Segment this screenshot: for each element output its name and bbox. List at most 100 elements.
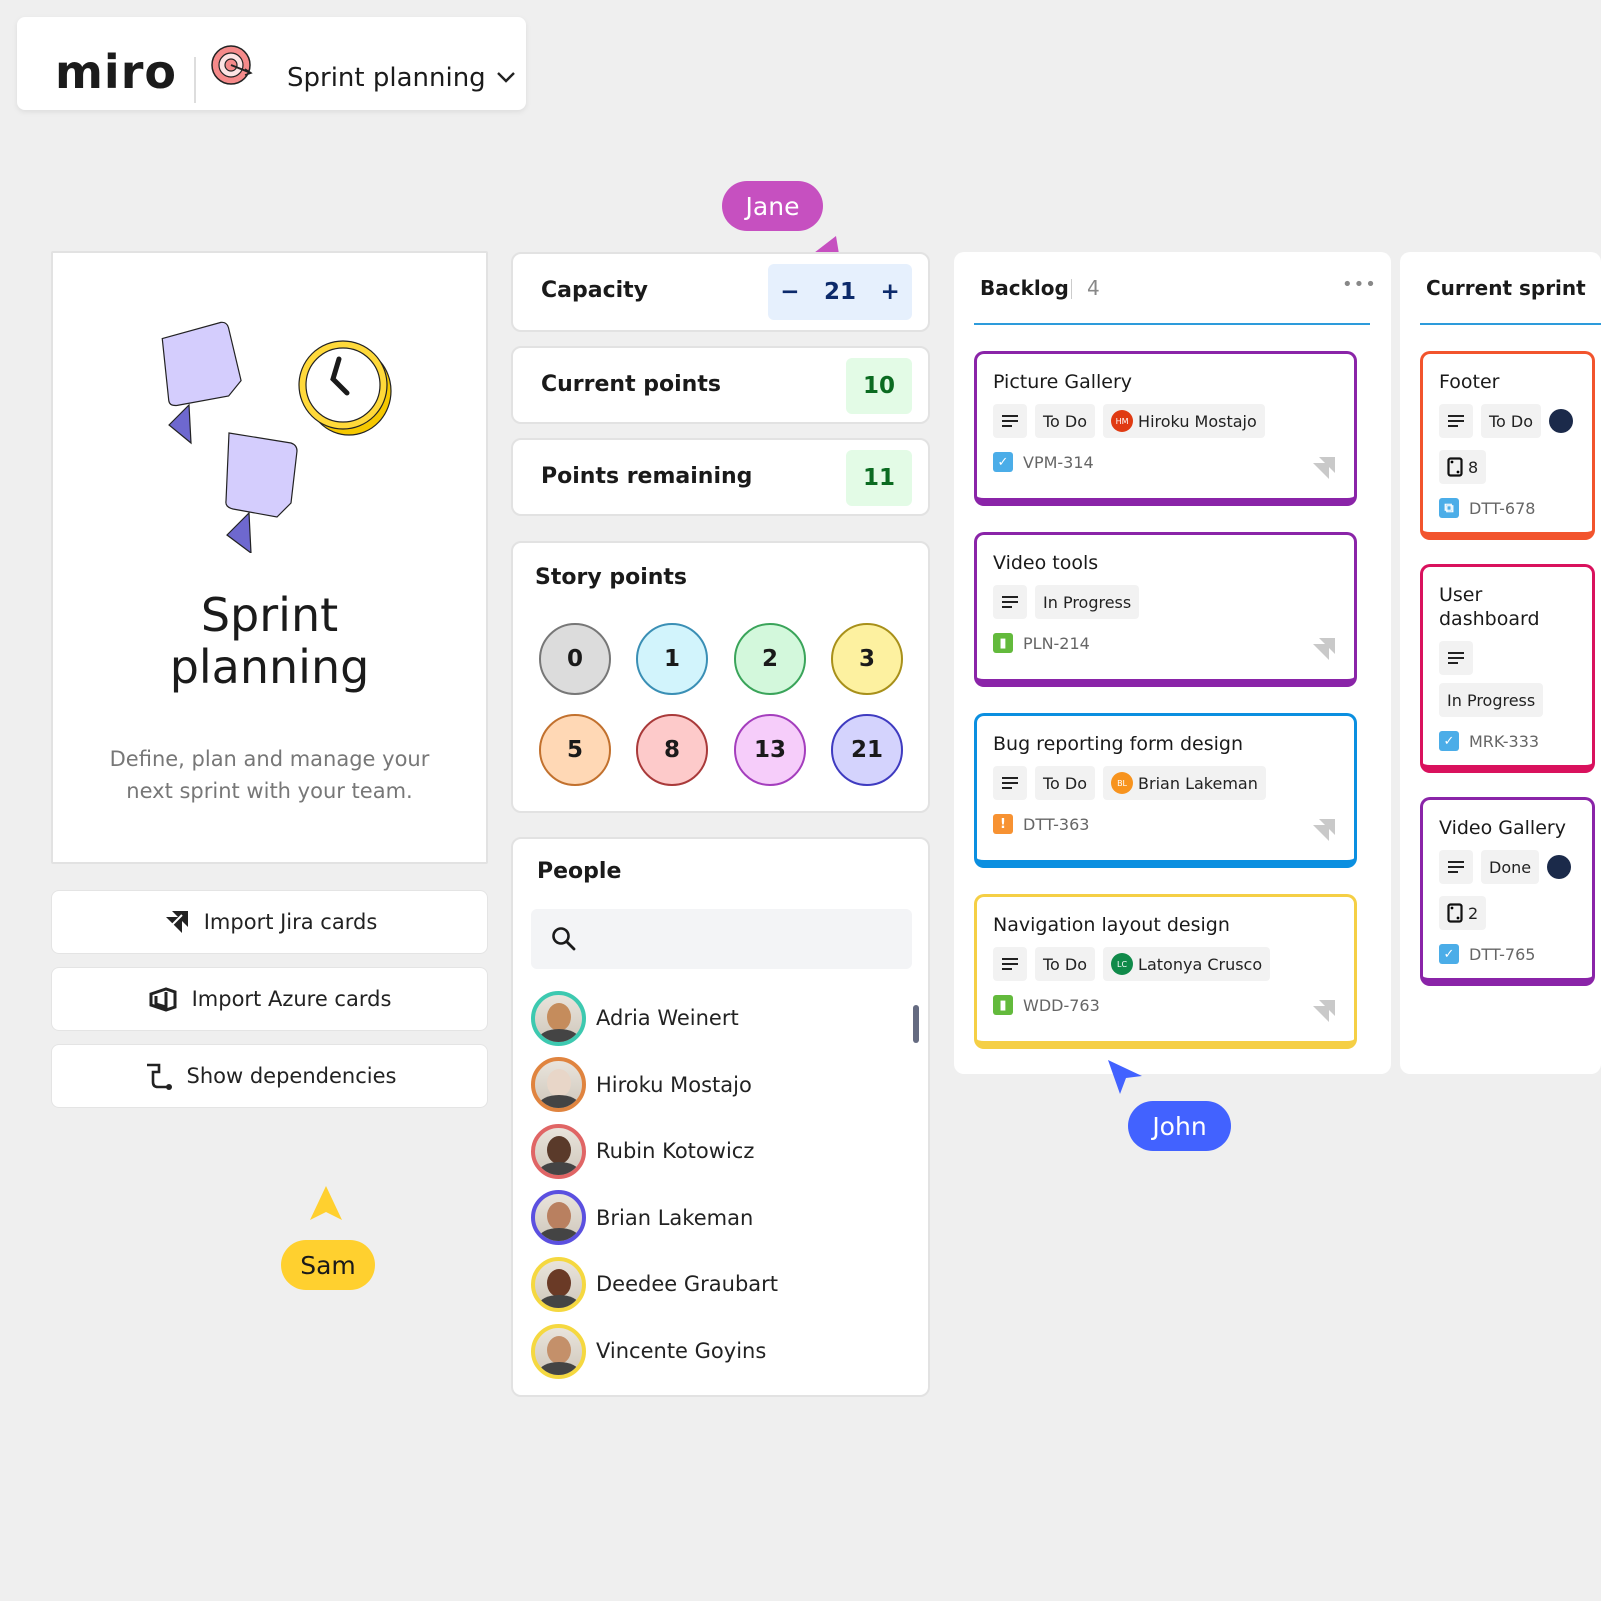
- person-list-item[interactable]: Rubin Kotowicz: [531, 1123, 754, 1179]
- story-point-0[interactable]: 0: [539, 623, 611, 695]
- points-remaining-value: 11: [846, 450, 912, 506]
- ticket-id[interactable]: DTT-678: [1469, 499, 1535, 518]
- ticket-id[interactable]: DTT-765: [1469, 945, 1535, 964]
- person-name: Deedee Graubart: [596, 1272, 779, 1297]
- ticket-card[interactable]: Video tools In Progress ▮ PLN-214: [974, 532, 1357, 687]
- people-search-input[interactable]: [531, 909, 912, 969]
- story-points-card: Story points 0 1 2 3 5 8 13 21: [511, 541, 930, 813]
- jira-icon: [1310, 818, 1336, 848]
- assignee-name: Latonya Crusco: [1138, 954, 1263, 974]
- status-chip[interactable]: To Do: [1035, 404, 1096, 438]
- status-chip[interactable]: To Do: [1481, 404, 1542, 438]
- ticket-id-row: ✓ VPM-314: [993, 450, 1338, 474]
- ticket-id[interactable]: WDD-763: [1023, 996, 1100, 1015]
- story-points-chip[interactable]: 2: [1439, 896, 1487, 930]
- status-chip[interactable]: In Progress: [1439, 683, 1544, 717]
- estimate-icon: [1447, 457, 1463, 477]
- divider: [194, 57, 196, 103]
- story-point-1[interactable]: 1: [636, 623, 708, 695]
- ticket-id-row: ✓ DTT-765: [1439, 942, 1576, 966]
- person-list-item[interactable]: Adria Weinert: [531, 990, 739, 1046]
- ticket-id-row: ⧉ DTT-678: [1439, 496, 1576, 520]
- assignee-chip[interactable]: LC Latonya Crusco: [1103, 947, 1271, 981]
- ticket-card[interactable]: Video Gallery Done 2 ✓ DTT-765: [1420, 797, 1595, 986]
- dependencies-icon: [146, 1063, 172, 1090]
- ticket-title: Picture Gallery: [993, 371, 1133, 393]
- ticket-card[interactable]: Navigation layout design To Do LC Latonya C…: [974, 894, 1357, 1049]
- person-name: Vincente Goyins: [596, 1339, 767, 1363]
- person-list-item[interactable]: Vincente Goyins: [531, 1323, 766, 1379]
- import-azure-cards-button[interactable]: Import Azure cards: [51, 967, 488, 1031]
- ticket-id[interactable]: PLN-214: [1023, 634, 1090, 653]
- current-sprint-card-list: Footer To Do 8 ⧉ DTT-678 User dashboard In Pro…: [1420, 351, 1595, 986]
- story-points-chip[interactable]: 8: [1439, 450, 1487, 484]
- status-chip[interactable]: In Progress: [1035, 585, 1140, 619]
- story-icon: ▮: [993, 633, 1013, 653]
- ticket-card[interactable]: User dashboard In Progress ✓ MRK-333: [1420, 564, 1595, 773]
- person-list-item[interactable]: Hiroku Mostajo: [531, 1057, 752, 1113]
- assignee-avatar: [1547, 855, 1572, 879]
- assignee-name: Brian Lakeman: [1138, 773, 1258, 793]
- assignee-chip[interactable]: HM Hiroku Mostajo: [1103, 404, 1265, 438]
- description-icon: [993, 404, 1027, 438]
- description-icon: [1439, 404, 1473, 438]
- task-icon: ✓: [1439, 944, 1459, 964]
- ticket-card[interactable]: Footer To Do 8 ⧉ DTT-678: [1420, 351, 1595, 540]
- scrollbar[interactable]: [913, 1005, 919, 1043]
- button-label: Import Jira cards: [203, 910, 378, 934]
- person-list-item[interactable]: Brian Lakeman: [531, 1190, 753, 1246]
- board-name[interactable]: Sprint planning: [287, 63, 486, 93]
- more-options-icon[interactable]: •••: [1342, 274, 1377, 295]
- ticket-id[interactable]: DTT-363: [1023, 815, 1089, 834]
- task-icon: ✓: [1439, 731, 1459, 751]
- increment-button[interactable]: +: [880, 279, 899, 305]
- person-name: Adria Weinert: [596, 1006, 739, 1030]
- status-chip[interactable]: Done: [1481, 850, 1540, 884]
- ticket-card[interactable]: Bug reporting form design To Do BL Brian La…: [974, 713, 1357, 868]
- current-points-value: 10: [846, 358, 912, 414]
- backlog-column: Backlog 4 ••• Picture Gallery To Do HM Hiro…: [954, 252, 1391, 1074]
- story-point-21[interactable]: 21: [831, 714, 903, 786]
- jira-icon: [163, 911, 188, 934]
- estimate-icon: [1447, 903, 1463, 923]
- ticket-title: Bug reporting form design: [993, 733, 1243, 755]
- avatar: [531, 990, 586, 1046]
- ticket-id[interactable]: MRK-333: [1469, 732, 1539, 751]
- status-chip[interactable]: To Do: [1035, 947, 1096, 981]
- ticket-id[interactable]: VPM-314: [1023, 453, 1094, 472]
- people-card: People Adria Weinert Hiroku Mostajo Rubin …: [511, 837, 930, 1397]
- ticket-title: Footer: [1439, 371, 1500, 393]
- import-jira-cards-button[interactable]: Import Jira cards: [51, 890, 488, 954]
- search-icon: [552, 927, 576, 951]
- person-list-item[interactable]: Deedee Graubart: [531, 1256, 778, 1312]
- ticket-fields: To Do HM Hiroku Mostajo: [993, 404, 1338, 438]
- points-remaining-label: Points remaining: [541, 464, 753, 489]
- capacity-stepper[interactable]: − 21 +: [768, 264, 912, 320]
- description-icon: [993, 947, 1027, 981]
- miro-logo[interactable]: miro: [55, 45, 177, 99]
- avatar: [531, 1256, 586, 1312]
- ticket-id-row: ✓ MRK-333: [1439, 729, 1576, 753]
- ticket-card[interactable]: Picture Gallery To Do HM Hiroku Mostajo ✓ VPM…: [974, 351, 1357, 506]
- button-label: Show dependencies: [186, 1064, 397, 1088]
- assignee-chip[interactable]: BL Brian Lakeman: [1103, 766, 1266, 800]
- intro-desc-line1: Define, plan and manage your: [109, 747, 430, 771]
- story-point-13[interactable]: 13: [734, 714, 806, 786]
- ticket-title: User dashboard: [1439, 584, 1540, 630]
- jira-icon: [1310, 637, 1336, 667]
- current-points-card: Current points 10: [511, 346, 930, 424]
- show-dependencies-button[interactable]: Show dependencies: [51, 1044, 488, 1108]
- column-divider: [1420, 323, 1601, 325]
- story-point-8[interactable]: 8: [636, 714, 708, 786]
- chevron-down-icon[interactable]: [495, 69, 517, 85]
- story-point-2[interactable]: 2: [734, 623, 806, 695]
- cursor-label-sam: Sam: [281, 1240, 375, 1290]
- person-name: Hiroku Mostajo: [596, 1072, 752, 1097]
- story-point-3[interactable]: 3: [831, 623, 903, 695]
- story-point-5[interactable]: 5: [539, 714, 611, 786]
- status-chip[interactable]: To Do: [1035, 766, 1096, 800]
- intro-card: Sprint planning Define, plan and manage …: [51, 251, 488, 864]
- target-icon: [211, 45, 253, 85]
- board-header: miro Sprint planning: [17, 17, 526, 110]
- decrement-button[interactable]: −: [780, 279, 799, 305]
